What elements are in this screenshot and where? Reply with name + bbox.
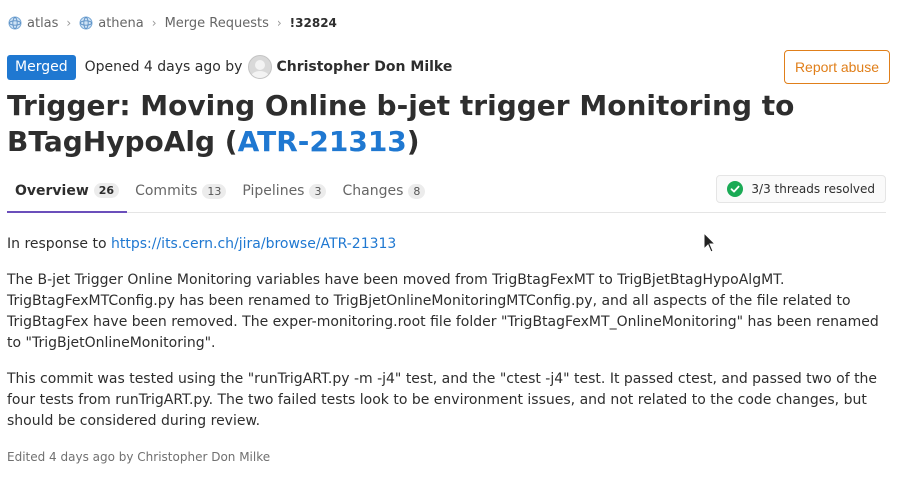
description-paragraph: The B-jet Trigger Online Monitoring vari… — [7, 272, 879, 351]
description-paragraph: In response to https://its.cern.ch/jira/… — [7, 234, 891, 255]
breadcrumb-item-atlas[interactable]: atlas — [8, 16, 58, 31]
tab-label: Pipelines — [242, 183, 305, 199]
response-prefix: In response to — [7, 236, 111, 252]
status-badge: Merged — [7, 54, 76, 80]
mouse-cursor-icon — [703, 232, 717, 253]
tab-count: 13 — [202, 183, 227, 199]
breadcrumb-separator: › — [151, 16, 157, 30]
threads-label: 3/3 threads resolved — [751, 182, 875, 196]
jira-link[interactable]: https://its.cern.ch/jira/browse/ATR-2131… — [111, 236, 396, 252]
tab-commits[interactable]: Commits 13 — [127, 170, 234, 212]
check-circle-icon — [727, 181, 744, 197]
tab-overview[interactable]: Overview 26 — [7, 170, 128, 213]
tab-count: 26 — [93, 183, 120, 198]
tab-count: 8 — [408, 183, 426, 199]
tab-label: Overview — [15, 182, 89, 199]
project-icon — [79, 16, 93, 30]
tab-count: 3 — [309, 183, 327, 199]
breadcrumb-separator: › — [276, 16, 282, 30]
description-paragraph: This commit was tested using the "runTri… — [7, 371, 878, 429]
breadcrumb-item-merge-requests[interactable]: Merge Requests — [165, 16, 269, 31]
breadcrumb-label: atlas — [27, 15, 59, 31]
breadcrumb-label: athena — [98, 15, 144, 31]
threads-resolved-badge[interactable]: 3/3 threads resolved — [716, 175, 886, 203]
tab-pipelines[interactable]: Pipelines 3 — [234, 170, 334, 212]
breadcrumb: atlas › athena › Merge Requests › !32824 — [8, 14, 337, 32]
tab-changes[interactable]: Changes 8 — [334, 170, 433, 212]
page-title: Trigger: Moving Online b-jet trigger Mon… — [7, 88, 887, 160]
breadcrumb-separator: › — [66, 16, 72, 30]
title-text-end: ) — [406, 125, 420, 158]
breadcrumb-item-athena[interactable]: athena — [79, 16, 144, 31]
tab-label: Commits — [135, 183, 198, 199]
edited-info: Edited 4 days ago by Christopher Don Mil… — [7, 450, 271, 464]
breadcrumb-item-mr-id[interactable]: !32824 — [290, 16, 337, 30]
tab-label: Changes — [342, 183, 404, 199]
opened-text: Opened 4 days ago by — [84, 59, 243, 75]
author-link[interactable]: Christopher Don Milke — [276, 59, 452, 75]
mr-description: In response to https://its.cern.ch/jira/… — [7, 234, 891, 447]
report-abuse-button[interactable]: Report abuse — [783, 50, 890, 84]
issue-link[interactable]: ATR-21313 — [238, 125, 407, 158]
project-icon — [8, 16, 22, 30]
avatar[interactable] — [248, 55, 273, 79]
mr-header: Merged Opened 4 days ago by Christopher … — [7, 50, 890, 84]
opened-info: Opened 4 days ago by Christopher Don Mil… — [84, 55, 452, 79]
